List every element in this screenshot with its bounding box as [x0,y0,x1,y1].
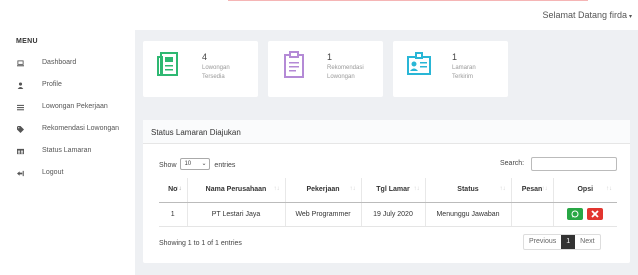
laptop-icon [17,60,24,67]
entries-label: entries [214,161,236,169]
cell-status: Menunggu Jawaban [424,202,511,227]
sort-icon: ↑↓ [606,186,612,192]
sort-icon: ↑↓ [175,186,182,192]
next-page-button[interactable]: Next [575,235,599,249]
sort-icon: ↑↓ [349,186,356,192]
user-icon [17,82,24,89]
entries-length-control: Show 10 ⌄ entries [159,158,236,171]
applications-table: No ↑↓ Nama Perusahaan ↑↓ Pekerjaan ↑↓ Tgl L… [159,178,617,227]
sidebar-item-label: Rekomendasi Lowongan [42,125,120,132]
table-info: Showing 1 to 1 of 1 entries [159,240,242,247]
column-header-no[interactable]: No ↑↓ [159,178,187,203]
caret-down-icon: ▾ [628,14,632,20]
table-header-row: No ↑↓ Nama Perusahaan ↑↓ Pekerjaan ↑↓ Tgl L… [159,178,617,203]
sign-out-icon [17,170,24,177]
stat-value: 1 [327,52,333,62]
column-header-status[interactable]: Status ↑↓ [424,178,511,203]
stat-card-rekomendasi-lowongan[interactable]: 1 Rekomendasi Lowongan [268,41,383,97]
cell-no: 1 [159,202,187,227]
cell-company: PT Lestari Jaya [186,202,285,227]
sidebar-item-label: Profile [42,81,62,88]
column-header-options[interactable]: Opsi ↑↓ [552,178,617,203]
list-icon [17,104,24,111]
id-card-icon [407,52,431,75]
sort-icon: ↑↓ [541,186,548,192]
stat-label: Tersedia [202,74,225,80]
tag-icon [17,126,24,133]
cell-date: 19 July 2020 [360,202,425,227]
stat-value: 4 [202,52,208,62]
entries-select[interactable]: 10 ⌄ [180,158,211,170]
sidebar-item-logout[interactable]: Logout [0,164,135,184]
previous-page-button[interactable]: Previous [524,235,561,249]
sidebar-item-label: Lowongan Pekerjaan [42,103,108,110]
sidebar-item-label: Dashboard [42,59,77,66]
whatsapp-icon [571,210,579,218]
greeting-text: Selamat Datang firda [542,10,627,20]
column-header-message[interactable]: Pesan ↑↓ [510,178,553,203]
sidebar: MENU Dashboard Profile Lowongan Pekerjaa… [0,30,135,275]
stat-label: Terkirim [452,74,473,80]
close-icon [591,210,599,218]
top-accent-line [228,0,588,1]
cell-options [552,202,617,227]
table-icon [17,148,24,155]
sort-icon: ↑↓ [413,186,420,192]
stat-label: Rekomendasi [327,65,364,71]
stat-label: Lamaran [452,65,476,71]
sidebar-item-profile[interactable]: Profile [0,76,135,96]
sidebar-item-label: Status Lamaran [42,147,92,154]
sidebar-item-status-lamaran[interactable]: Status Lamaran [0,142,135,162]
show-label: Show [159,161,177,169]
table-row: 1 PT Lestari Jaya Web Programmer 19 July… [159,202,617,227]
panel-header: Status Lamaran Diajukan [143,120,630,144]
sidebar-item-label: Logout [42,169,64,176]
stat-card-lowongan-tersedia[interactable]: 4 Lowongan Tersedia [143,41,258,97]
sidebar-item-dashboard[interactable]: Dashboard [0,54,135,74]
newspaper-icon [157,52,178,76]
whatsapp-button[interactable] [567,208,584,220]
menu-title: MENU [16,38,38,45]
search-input[interactable] [531,157,617,171]
sort-icon: ↑↓ [273,186,280,192]
pagination: Previous 1 Next [523,234,601,250]
delete-button[interactable] [587,208,604,220]
column-header-company[interactable]: Nama Perusahaan ↑↓ [186,178,285,203]
stat-label: Lowongan [202,65,230,71]
column-header-job[interactable]: Pekerjaan ↑↓ [284,178,361,203]
clipboard-icon [284,51,304,78]
stat-label: Lowongan [327,74,355,80]
cell-job: Web Programmer [284,202,361,227]
sidebar-item-rekomendasi[interactable]: Rekomendasi Lowongan [0,120,135,140]
chevron-down-icon: ⌄ [201,161,207,167]
panel-title: Status Lamaran Diajukan [151,128,241,137]
top-bar: Selamat Datang firda ▾ [0,0,638,30]
search-label: Search: [500,160,525,167]
stat-value: 1 [452,52,458,62]
entries-select-value: 10 [184,161,192,167]
sort-icon: ↑↓ [499,186,506,192]
stat-card-lamaran-terkirim[interactable]: 1 Lamaran Terkirim [393,41,508,97]
cell-message [510,202,553,227]
column-header-date[interactable]: Tgl Lamar ↑↓ [360,178,425,203]
status-lamaran-panel: Status Lamaran Diajukan Show 10 ⌄ entries… [143,120,630,263]
page-1-button[interactable]: 1 [561,235,576,249]
user-greeting-dropdown[interactable]: Selamat Datang firda ▾ [542,10,632,20]
sidebar-item-lowongan[interactable]: Lowongan Pekerjaan [0,98,135,118]
